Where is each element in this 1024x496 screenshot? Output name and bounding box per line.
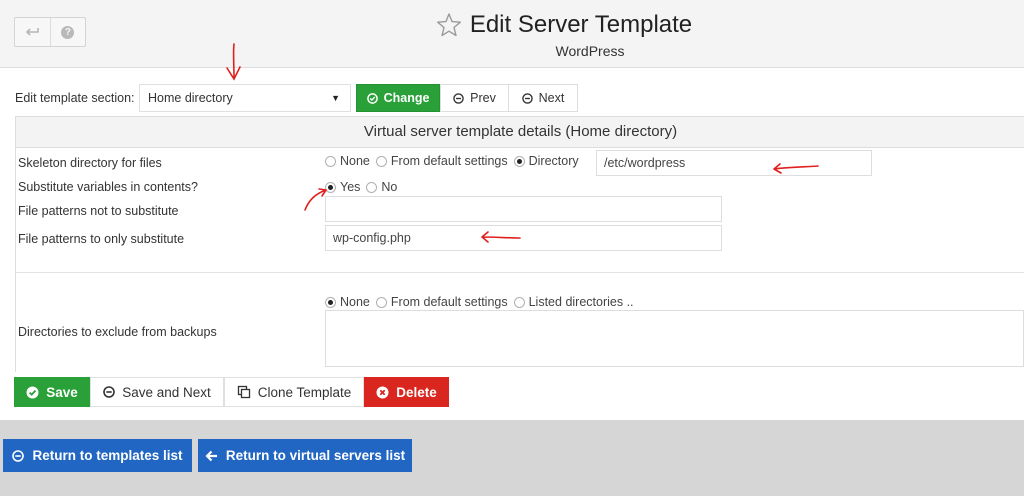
save-button[interactable]: Save [14, 377, 90, 407]
section-label: Edit template section: [15, 91, 135, 105]
exclude-option-none[interactable]: None [325, 295, 370, 309]
delete-button-label: Delete [396, 384, 437, 400]
skeleton-option-directory[interactable]: Directory [513, 154, 579, 168]
patterns-only-input[interactable]: wp-config.php [325, 225, 722, 251]
save-button-label: Save [46, 384, 78, 400]
change-button-label: Change [383, 91, 430, 105]
section-select-value: Home directory [148, 91, 233, 105]
check-circle-icon [26, 386, 39, 398]
patterns-not-label: File patterns not to substitute [18, 204, 179, 218]
radio-label: None [340, 295, 370, 309]
form-heading: Virtual server template details (Home di… [16, 117, 1024, 148]
substitute-option-yes[interactable]: Yes [325, 180, 360, 194]
skeleton-directory-input[interactable]: /etc/wordpress [596, 150, 872, 176]
radio-icon [375, 296, 387, 308]
form-divider [16, 272, 1024, 273]
radio-icon [325, 155, 336, 167]
radio-icon-selected [325, 181, 336, 193]
title-row: Edit Server Template [0, 11, 1024, 41]
radio-label: None [340, 154, 370, 168]
save-and-next-button[interactable]: Save and Next [90, 377, 224, 407]
page-subtitle: WordPress [555, 43, 625, 59]
exclude-option-listed[interactable]: Listed directories .. [513, 295, 634, 309]
return-to-templates-label: Return to templates list [32, 448, 183, 463]
radio-label: Yes [340, 180, 361, 194]
close-circle-icon [376, 386, 389, 398]
arrow-right-circle-icon [521, 92, 533, 104]
next-button[interactable]: Next [508, 84, 578, 112]
skeleton-option-none[interactable]: None [325, 154, 370, 168]
arrow-left-icon [205, 450, 217, 461]
patterns-only-label: File patterns to only substitute [18, 232, 185, 246]
prev-button-label: Prev [470, 91, 496, 105]
radio-icon-selected [513, 155, 525, 167]
clone-template-button[interactable]: Clone Template [224, 377, 364, 407]
substitute-option-no[interactable]: No [366, 180, 397, 194]
page-header: ? Edit Server Template WordPress [0, 0, 1024, 68]
arrow-left-circle-icon [12, 449, 25, 462]
arrow-right-circle-icon [103, 386, 116, 398]
radio-label: Directory [528, 154, 579, 168]
exclude-option-default[interactable]: From default settings [375, 295, 508, 309]
exclude-directories-options: None From default settings Listed direct… [325, 295, 634, 309]
skeleton-directory-options: None From default settings Directory [325, 154, 579, 168]
return-to-virtual-servers-label: Return to virtual servers list [225, 448, 406, 463]
clone-template-label: Clone Template [257, 384, 352, 400]
section-select[interactable]: Home directory ▼ [139, 84, 351, 112]
return-to-virtual-servers-button[interactable]: Return to virtual servers list [198, 439, 412, 472]
radio-icon-selected [325, 296, 336, 308]
check-circle-icon [366, 92, 378, 104]
next-button-label: Next [538, 91, 565, 105]
exclude-directories-label: Directories to exclude from backups [18, 325, 217, 339]
section-selector-row: Edit template section: Home directory ▼ … [0, 84, 600, 112]
arrow-left-circle-icon [453, 92, 464, 104]
main-panel: ? Edit Server Template WordPress Edit te… [0, 0, 1024, 420]
radio-icon [375, 155, 387, 167]
radio-label: From default settings [390, 295, 508, 309]
copy-icon [237, 385, 250, 399]
prev-button[interactable]: Prev [440, 84, 509, 112]
radio-icon [366, 181, 378, 193]
chevron-down-icon: ▼ [331, 93, 340, 103]
return-to-templates-button[interactable]: Return to templates list [3, 439, 192, 472]
substitute-variables-options: Yes No [325, 180, 397, 194]
change-button[interactable]: Change [356, 84, 440, 112]
radio-label: From default settings [390, 154, 508, 168]
radio-label: Listed directories .. [528, 295, 634, 309]
radio-label: No [381, 180, 398, 194]
radio-icon [513, 296, 525, 308]
skeleton-directory-label: Skeleton directory for files [18, 156, 162, 170]
delete-button[interactable]: Delete [364, 377, 449, 407]
patterns-not-input[interactable] [325, 196, 722, 222]
star-icon[interactable] [436, 12, 462, 38]
skeleton-option-default[interactable]: From default settings [375, 154, 508, 168]
save-and-next-label: Save and Next [122, 384, 211, 400]
exclude-directories-textarea[interactable] [325, 310, 1024, 367]
substitute-variables-label: Substitute variables in contents? [18, 180, 198, 194]
page-title: Edit Server Template [469, 11, 693, 38]
